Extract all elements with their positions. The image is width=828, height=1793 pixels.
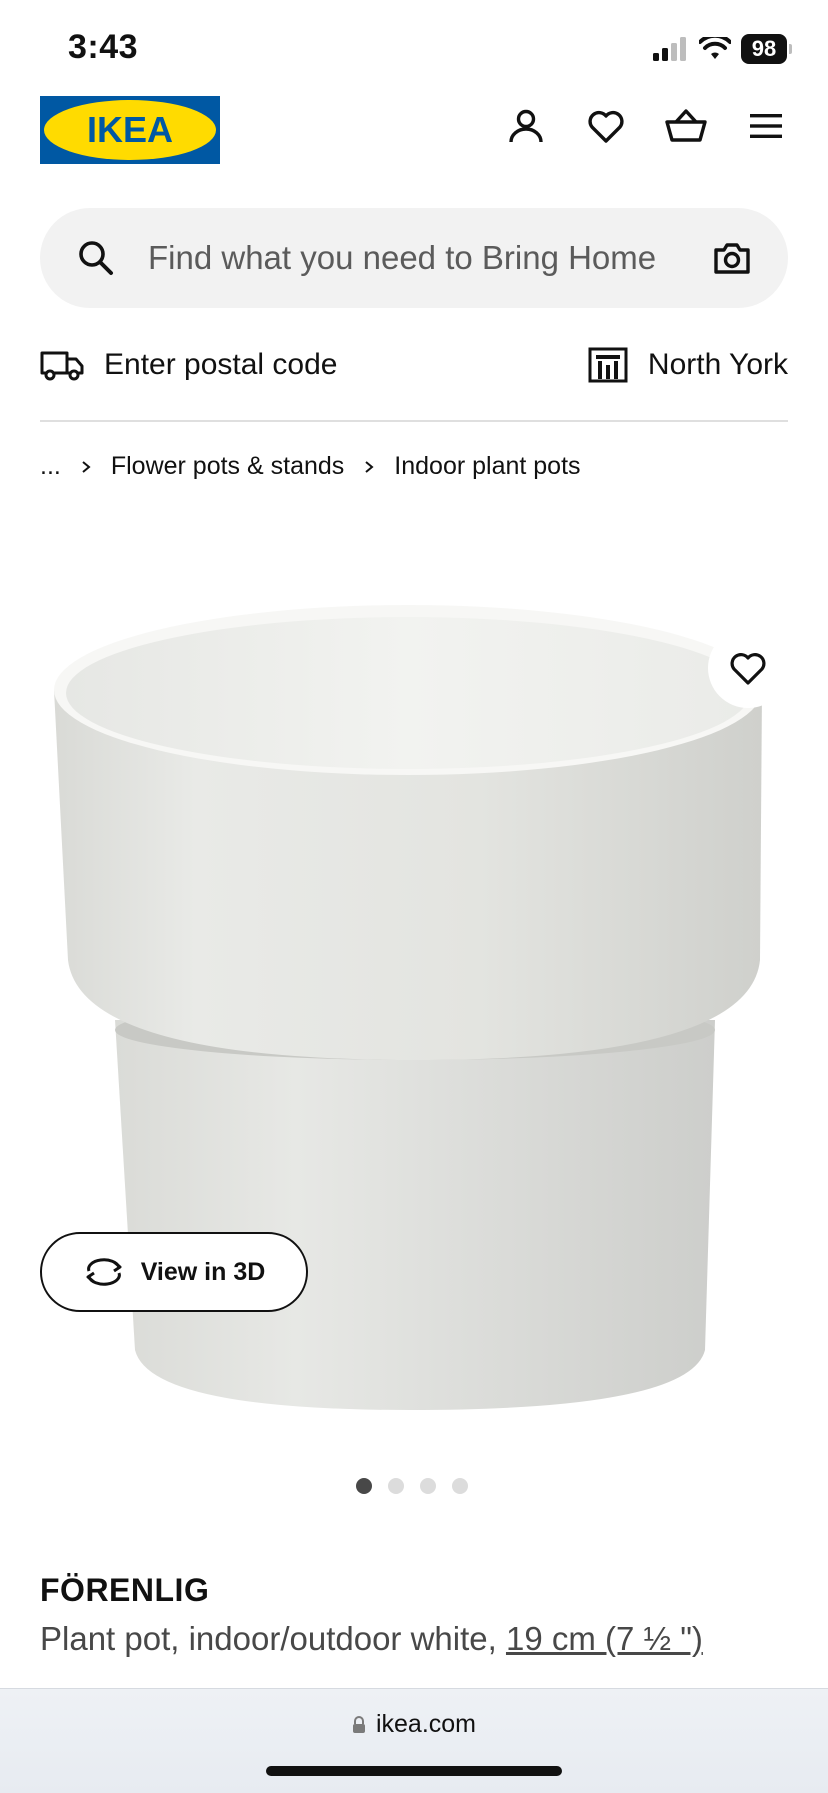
product-description-text: Plant pot, indoor/outdoor white,	[40, 1620, 506, 1657]
ikea-logo[interactable]: IKEA	[40, 96, 220, 164]
product-name: FÖRENLIG	[40, 1572, 210, 1608]
address-bar[interactable]: ikea.com	[0, 1710, 828, 1739]
battery-level: 98	[741, 34, 787, 64]
battery-indicator: 98	[741, 34, 792, 64]
store-label: North York	[647, 348, 788, 381]
search-bar[interactable]: Find what you need to Bring Home	[40, 208, 788, 308]
status-icons: 98	[653, 34, 792, 64]
breadcrumb-item-flower-pots[interactable]: Flower pots & stands	[111, 452, 344, 481]
product-description: Plant pot, indoor/outdoor white, 19 cm (…	[40, 1620, 703, 1658]
breadcrumb: ... Flower pots & stands Indoor plant po…	[40, 452, 581, 481]
wifi-icon	[699, 37, 731, 59]
breadcrumb-item-indoor-plant-pots[interactable]: Indoor plant pots	[394, 452, 580, 481]
search-input[interactable]: Find what you need to Bring Home	[148, 239, 702, 277]
rotate-3d-icon	[86, 1258, 122, 1286]
heart-icon[interactable]	[584, 104, 628, 148]
store-selector-button[interactable]: North York	[588, 347, 788, 383]
carousel-dot[interactable]	[388, 1478, 404, 1494]
chevron-right-icon	[82, 460, 91, 473]
delivery-row: Enter postal code North York	[40, 340, 788, 390]
chevron-right-icon	[365, 460, 374, 473]
postal-code-label: Enter postal code	[104, 348, 338, 381]
logo-text: IKEA	[87, 109, 173, 150]
home-indicator[interactable]	[266, 1766, 562, 1776]
divider	[40, 420, 788, 422]
store-icon	[588, 347, 628, 383]
view-in-3d-label: View in 3D	[140, 1257, 266, 1286]
status-time: 3:43	[68, 28, 139, 66]
breadcrumb-ellipsis[interactable]: ...	[40, 452, 61, 481]
search-icon[interactable]	[76, 238, 116, 278]
signal-icon	[653, 37, 686, 61]
image-carousel-dots	[356, 1478, 468, 1494]
carousel-dot[interactable]	[452, 1478, 468, 1494]
product-size-link[interactable]: 19 cm (7 ½ ")	[506, 1620, 703, 1657]
heart-icon	[730, 653, 766, 685]
url-text: ikea.com	[375, 1710, 477, 1738]
truck-icon	[40, 351, 84, 381]
view-in-3d-button[interactable]: View in 3D	[40, 1232, 308, 1312]
profile-icon[interactable]	[504, 104, 548, 148]
basket-icon[interactable]	[664, 104, 708, 148]
carousel-dot[interactable]	[356, 1478, 372, 1494]
add-to-favorites-button[interactable]	[708, 628, 788, 708]
carousel-dot[interactable]	[420, 1478, 436, 1494]
header-actions	[504, 104, 788, 148]
browser-toolbar	[0, 1688, 828, 1793]
menu-icon[interactable]	[744, 104, 788, 148]
postal-code-button[interactable]: Enter postal code	[40, 347, 337, 383]
lock-icon	[352, 1715, 365, 1733]
camera-icon[interactable]	[712, 238, 752, 278]
